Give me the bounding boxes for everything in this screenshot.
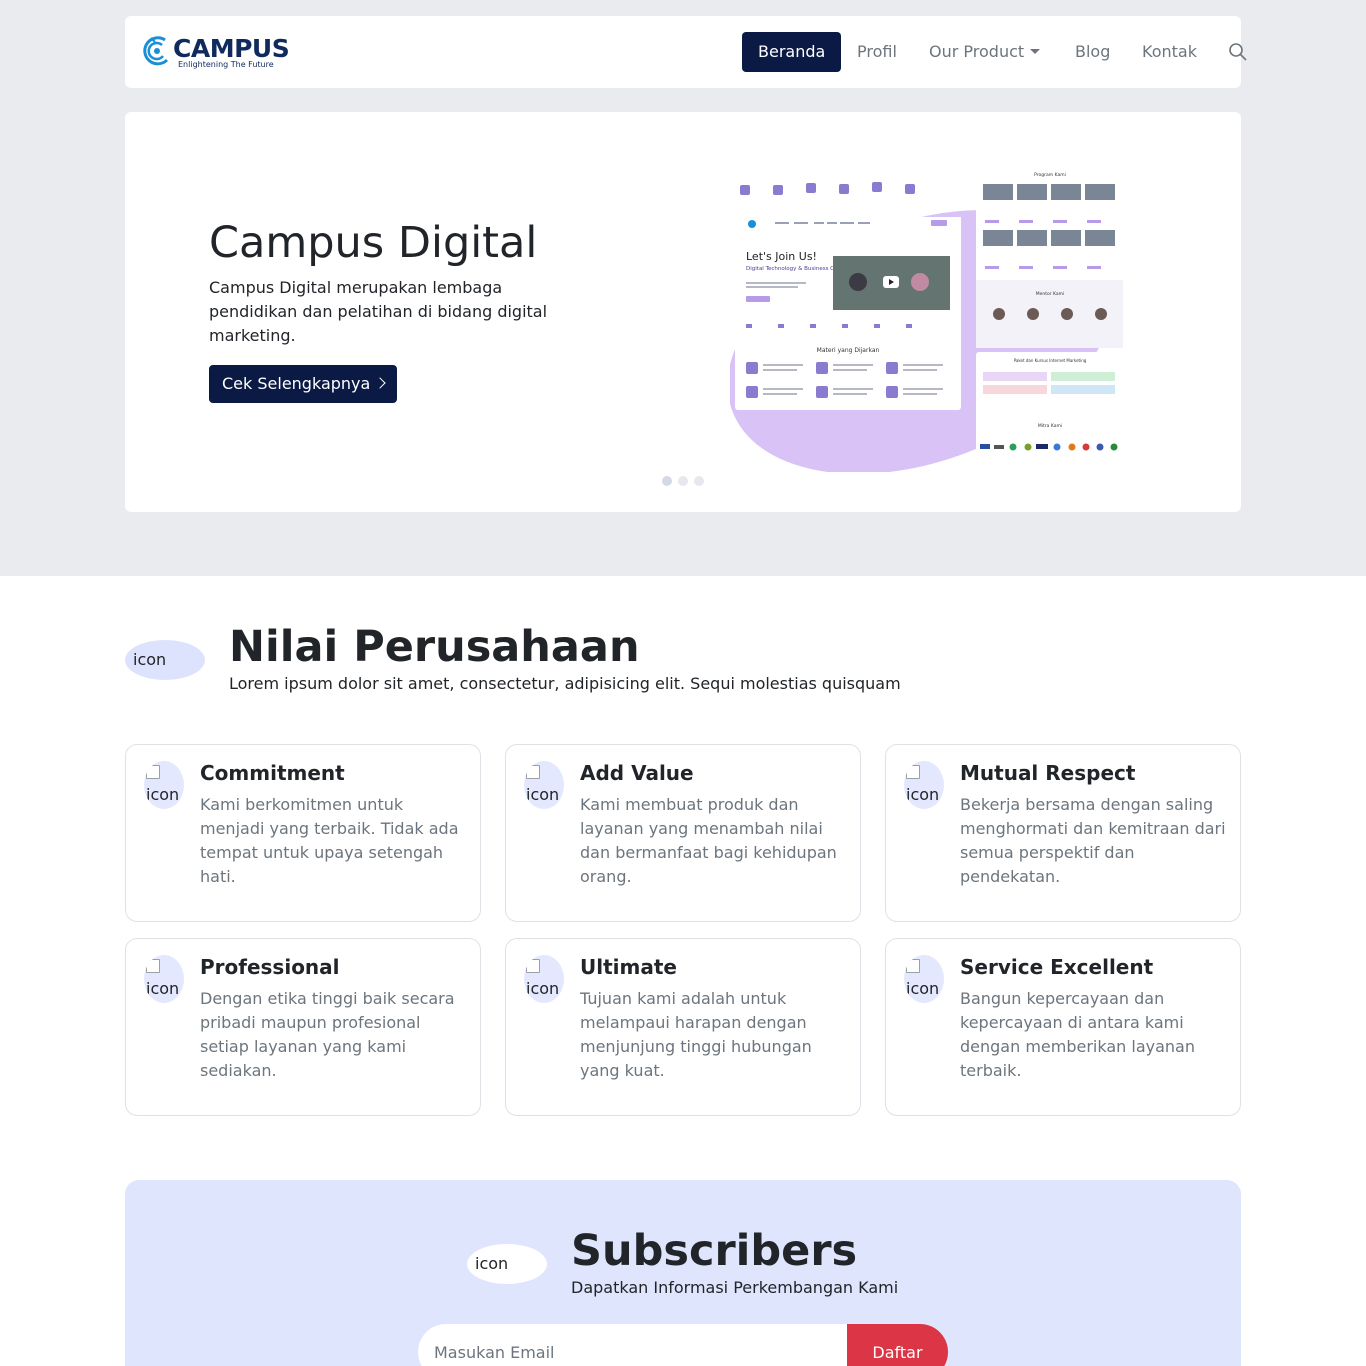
value-card-text: Kami membuat produk dan layanan yang men… [580, 795, 837, 886]
broken-image-icon [526, 959, 540, 973]
value-card-icon: icon [904, 955, 944, 1003]
value-card: icon Add Value Kami membuat produk dan lay… [505, 744, 861, 922]
value-card: icon Service Excellent Bangun kepercayaan … [885, 938, 1241, 1116]
hero-title: Campus Digital [209, 218, 538, 268]
value-card: icon Ultimate Tujuan kami adalah untuk mel… [505, 938, 861, 1116]
values-subtitle: Lorem ipsum dolor sit amet, consectetur,… [229, 674, 901, 693]
brand-tagline: Enlightening The Future [178, 60, 274, 69]
value-card-icon: icon [524, 955, 564, 1003]
nav-item-blog[interactable]: Blog [1075, 32, 1110, 72]
hero-carousel: Campus Digital Campus Digital merupakan … [125, 112, 1241, 512]
value-card-text: Bangun kepercayaan dan kepercayaan di an… [960, 989, 1195, 1080]
value-card-icon: icon [144, 955, 184, 1003]
search-icon[interactable] [1228, 42, 1248, 62]
nav-item-profil[interactable]: Profil [857, 32, 897, 72]
subscribers-section: icon Subscribers Dapatkan Informasi Perk… [125, 1180, 1241, 1366]
brand-logo[interactable]: CAMPUS Enlightening The Future [143, 32, 290, 72]
mockup-join-title: Let's Join Us! [746, 250, 817, 263]
carousel-dot-1[interactable] [662, 476, 672, 486]
value-card: icon Professional Dengan etika tinggi baik… [125, 938, 481, 1116]
broken-image-icon [906, 765, 920, 779]
mockup-mitra-title: Mitra Kami [1038, 423, 1062, 429]
value-card-icon-alt: icon [526, 785, 560, 804]
carousel-dot-2[interactable] [678, 476, 688, 486]
value-card-text: Dengan etika tinggi baik secara pribadi … [200, 989, 455, 1080]
value-card-icon-alt: icon [146, 785, 180, 804]
chevron-right-icon [374, 377, 386, 389]
chevron-down-icon [1030, 48, 1041, 54]
mockup-program-title: Program Kami [1034, 172, 1066, 178]
value-card-title: Service Excellent [960, 955, 1154, 979]
value-card-text: Tujuan kami adalah untuk melampaui harap… [580, 989, 812, 1080]
cek-selengkapnya-button[interactable]: Cek Selengkapnya [209, 365, 398, 403]
value-card-icon-alt: icon [526, 979, 560, 998]
campus-logo-icon [143, 36, 169, 66]
email-input[interactable] [418, 1324, 850, 1366]
value-card-icon: icon [524, 761, 564, 809]
value-card-icon: icon [904, 761, 944, 809]
nav-item-our-product-label: Our Product [929, 42, 1025, 61]
value-card-title: Commitment [200, 761, 345, 785]
value-card: icon Commitment Kami berkomitmen untuk men… [125, 744, 481, 922]
main-nav: Beranda Profil Our Product Blog Kontak [701, 32, 1247, 72]
value-card-title: Add Value [580, 761, 694, 785]
value-card-icon: icon [144, 761, 184, 809]
subscribe-form: Daftar [418, 1324, 948, 1366]
value-card-icon-alt: icon [146, 979, 180, 998]
subscribers-subtitle: Dapatkan Informasi Perkembangan Kami [571, 1278, 899, 1297]
mockup-mentor-title: Mentor Kami [1036, 291, 1065, 297]
nav-item-kontak[interactable]: Kontak [1142, 32, 1197, 72]
value-card-icon-alt: icon [906, 979, 940, 998]
subscribers-title: Subscribers [571, 1226, 858, 1276]
mockup-materi-title: Materi yang Dijarkan [817, 347, 880, 354]
value-card-text: Bekerja bersama dengan saling menghormat… [960, 795, 1226, 886]
broken-image-icon [906, 959, 920, 973]
broken-image-icon [146, 959, 160, 973]
values-section-icon: icon [125, 640, 205, 680]
nav-item-beranda[interactable]: Beranda [742, 32, 842, 72]
carousel-dot-3[interactable] [694, 476, 704, 486]
mockup-paket-title: Paket dan Kursus Internet Marketing [1014, 358, 1087, 363]
subscribers-icon: icon [467, 1244, 547, 1284]
nav-item-our-product[interactable]: Our Product [929, 32, 1041, 72]
brand-name: CAMPUS [173, 34, 290, 63]
value-card-title: Ultimate [580, 955, 677, 979]
value-card: icon Mutual Respect Bekerja bersama dengan… [885, 744, 1241, 922]
broken-image-icon [146, 765, 160, 779]
hero-description: Campus Digital merupakan lembaga pendidi… [209, 278, 548, 345]
daftar-button[interactable]: Daftar [847, 1324, 948, 1366]
hero-website-mockup-image: Let's Join Us! Digital Technology & Busi… [730, 167, 1123, 472]
cek-selengkapnya-label: Cek Selengkapnya [222, 374, 371, 393]
mockup-join-sub: Digital Technology & Business Class [746, 266, 845, 272]
value-card-title: Professional [200, 955, 340, 979]
values-title: Nilai Perusahaan [229, 622, 640, 672]
value-card-text: Kami berkomitmen untuk menjadi yang terb… [200, 795, 459, 886]
navbar: CAMPUS Enlightening The Future Beranda P… [125, 16, 1247, 88]
value-card-icon-alt: icon [906, 785, 940, 804]
value-card-title: Mutual Respect [960, 761, 1136, 785]
broken-image-icon [526, 765, 540, 779]
